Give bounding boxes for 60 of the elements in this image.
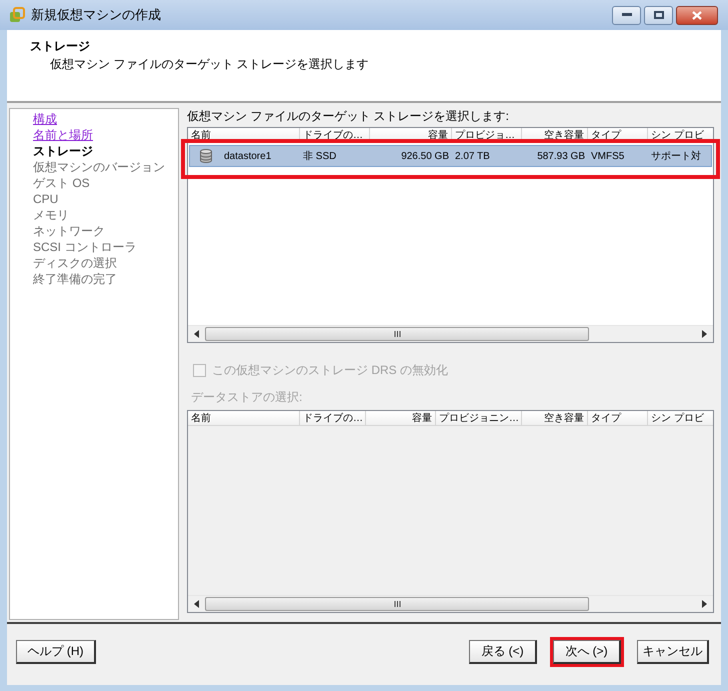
- table-cell-text: datastore1: [224, 150, 272, 164]
- checkbox-label: この仮想マシンのストレージ DRS の無効化: [212, 362, 448, 379]
- close-button[interactable]: [676, 6, 718, 24]
- wizard-button[interactable]: 戻る (<): [469, 640, 537, 664]
- close-icon: [692, 10, 702, 20]
- scroll-right-icon[interactable]: [702, 330, 707, 338]
- help-button[interactable]: ヘルプ (H): [16, 640, 96, 664]
- scroll-left-icon[interactable]: [194, 600, 199, 608]
- grip-icon: [394, 601, 400, 607]
- sidebar-step[interactable]: 名前と場所: [33, 127, 178, 143]
- minimize-icon: [622, 13, 632, 17]
- column-header[interactable]: 名前: [188, 128, 300, 142]
- datastore-label: データストアの選択:: [191, 389, 304, 405]
- minimize-button[interactable]: [612, 6, 641, 24]
- sidebar-step[interactable]: 構成: [33, 111, 178, 127]
- column-header[interactable]: 容量: [370, 128, 452, 142]
- header-subtitle: 仮想マシン ファイルのターゲット ストレージを選択します: [49, 56, 370, 73]
- maximize-icon: [654, 11, 664, 19]
- database-icon: [200, 149, 212, 163]
- sidebar-step: メモリ: [33, 207, 178, 223]
- table-cell-text: 非 SSD: [303, 150, 336, 164]
- prompt-text: 仮想マシン ファイルのターゲット ストレージを選択します:: [187, 108, 510, 125]
- scroll-thumb[interactable]: [205, 597, 589, 611]
- sidebar-step: 終了準備の完了: [33, 271, 178, 287]
- column-header[interactable]: プロビジョ…: [452, 128, 522, 142]
- window-title: 新規仮想マシンの作成: [31, 6, 161, 24]
- table-cell-text: サポート対: [651, 150, 701, 164]
- column-header[interactable]: プロビジョニン…: [436, 411, 522, 425]
- sidebar-step: ストレージ: [33, 143, 178, 159]
- column-header[interactable]: シン プロビ: [648, 128, 710, 142]
- table-row[interactable]: datastore1 非 SSD 926.50 GB 2.07 TB 587.93 GB VMFS5 サポート対: [189, 145, 712, 167]
- column-header[interactable]: 名前: [188, 411, 300, 425]
- grip-icon: [394, 331, 400, 337]
- scroll-left-icon[interactable]: [194, 330, 199, 338]
- app-icon: [9, 7, 25, 23]
- column-header[interactable]: ドライブの…: [300, 411, 366, 425]
- column-header[interactable]: 容量: [366, 411, 436, 425]
- maximize-button[interactable]: [644, 6, 673, 24]
- column-header[interactable]: ドライブの…: [300, 128, 370, 142]
- header-title: ストレージ: [30, 38, 91, 55]
- scroll-thumb[interactable]: [205, 327, 589, 341]
- column-header[interactable]: タイプ: [588, 128, 648, 142]
- table-cell-text: 2.07 TB: [455, 150, 490, 164]
- sidebar-step: ディスクの選択: [33, 255, 178, 271]
- column-header[interactable]: シン プロビ: [648, 411, 710, 425]
- column-header[interactable]: タイプ: [588, 411, 648, 425]
- sidebar-step: ゲスト OS: [33, 175, 178, 191]
- sidebar-step: CPU: [33, 191, 178, 207]
- column-header[interactable]: 空き容量: [522, 411, 588, 425]
- sidebar-step: 仮想マシンのバージョン: [33, 159, 178, 175]
- sidebar-step: SCSI コントローラ: [33, 239, 178, 255]
- sidebar-step: ネットワーク: [33, 223, 178, 239]
- wizard-button[interactable]: キャンセル: [637, 640, 709, 664]
- table-cell-text: 926.50 GB: [401, 150, 449, 164]
- scroll-right-icon[interactable]: [702, 600, 707, 608]
- table-cell-text: VMFS5: [591, 150, 624, 164]
- wizard-button[interactable]: 次へ (>): [553, 640, 621, 664]
- horizontal-scrollbar[interactable]: [188, 595, 713, 612]
- table-cell-text: 587.93 GB: [537, 150, 585, 164]
- horizontal-scrollbar[interactable]: [188, 325, 713, 342]
